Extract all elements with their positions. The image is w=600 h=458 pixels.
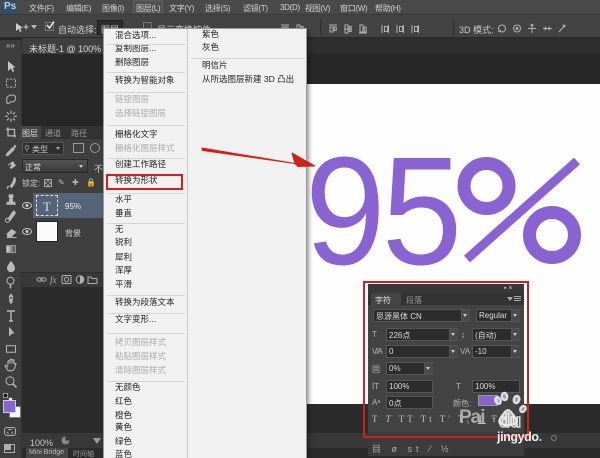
svg-text:fx: fx	[50, 275, 57, 285]
